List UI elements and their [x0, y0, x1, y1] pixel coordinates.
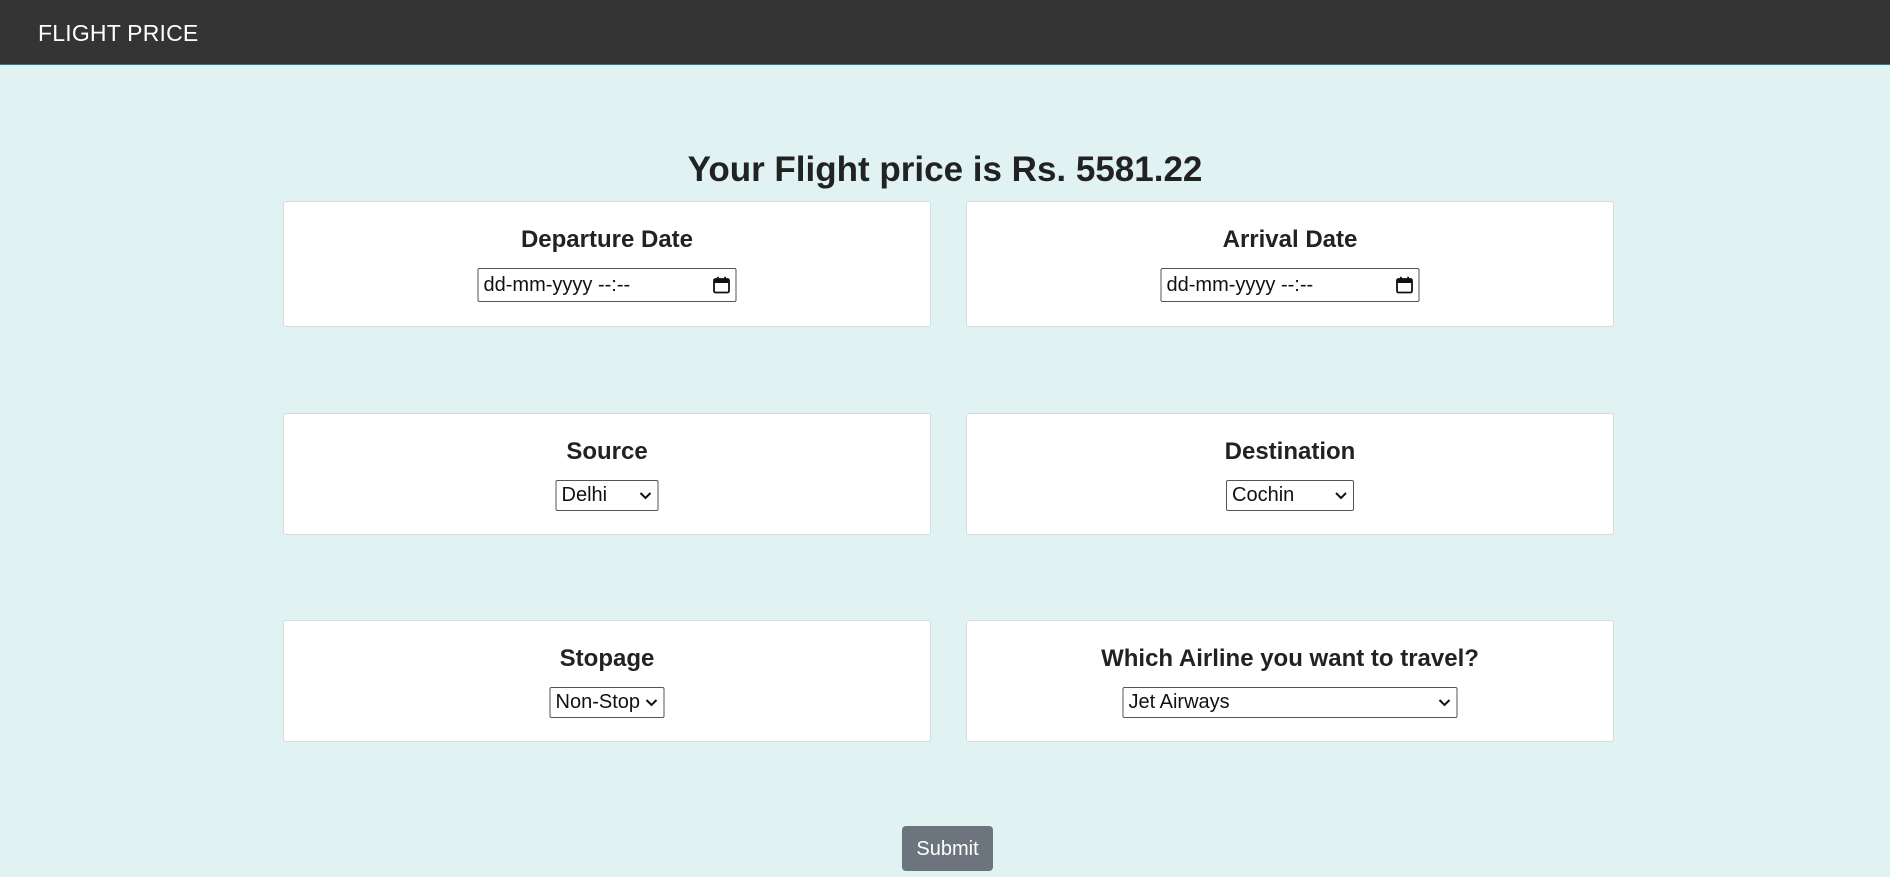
chevron-down-icon [1335, 491, 1347, 499]
departure-date-value: dd-mm-yyyy --:-- [483, 273, 631, 296]
departure-date-card: Departure Date dd-mm-yyyy --:-- [283, 201, 931, 327]
airline-selected-value: Jet Airways [1128, 691, 1230, 713]
arrival-date-input[interactable]: dd-mm-yyyy --:-- [1160, 268, 1420, 302]
destination-selected-value: Cochin [1232, 484, 1295, 506]
arrival-date-value: dd-mm-yyyy --:-- [1166, 273, 1314, 296]
airline-select[interactable]: Jet Airways [1122, 687, 1458, 718]
source-selected-value: Delhi [561, 484, 608, 506]
stopage-label: Stopage [559, 645, 655, 672]
source-card: Source Delhi [283, 413, 931, 535]
source-label: Source [566, 438, 648, 465]
departure-date-label: Departure Date [520, 226, 694, 253]
submit-button[interactable]: Submit [902, 826, 993, 871]
brand-title[interactable]: FLIGHT PRICE [38, 20, 198, 47]
chevron-down-icon [645, 698, 658, 706]
airline-card: Which Airline you want to travel? Jet Ai… [966, 620, 1614, 742]
airline-label: Which Airline you want to travel? [1101, 645, 1479, 672]
stopage-selected-value: Non-Stop [555, 691, 641, 713]
chevron-down-icon [1438, 698, 1451, 706]
arrival-date-card: Arrival Date dd-mm-yyyy --:-- [966, 201, 1614, 327]
destination-label: Destination [1224, 438, 1356, 465]
source-select[interactable]: Delhi [555, 480, 659, 511]
stopage-card: Stopage Non-Stop [283, 620, 931, 742]
chevron-down-icon [639, 491, 652, 499]
price-result: Your Flight price is Rs. 5581.22 [687, 150, 1203, 189]
destination-card: Destination Cochin [966, 413, 1614, 535]
departure-date-input[interactable]: dd-mm-yyyy --:-- [477, 268, 737, 302]
destination-select[interactable]: Cochin [1226, 480, 1354, 511]
stopage-select[interactable]: Non-Stop [549, 687, 665, 718]
calendar-icon[interactable] [1396, 276, 1414, 294]
arrival-date-label: Arrival Date [1222, 226, 1358, 253]
navbar: FLIGHT PRICE [0, 0, 1890, 65]
calendar-icon[interactable] [713, 276, 731, 294]
